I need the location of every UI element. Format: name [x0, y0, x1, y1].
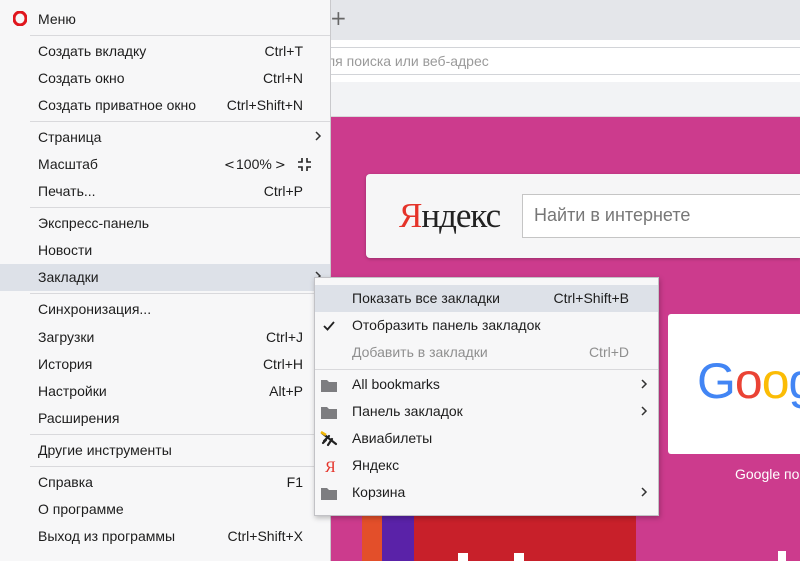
speed-dial-tile-caption: Google по: [735, 466, 800, 482]
speed-dial-tile[interactable]: [414, 515, 636, 561]
menu-item-private-window[interactable]: Создать приватное окно Ctrl+Shift+N: [0, 92, 330, 119]
menu-item-new-window[interactable]: Создать окно Ctrl+N: [0, 65, 330, 92]
menu-header[interactable]: Меню: [0, 6, 330, 32]
menu-item-exit[interactable]: Выход из программы Ctrl+Shift+X: [0, 523, 330, 550]
new-tab-button[interactable]: +: [330, 6, 347, 30]
chevron-right-icon: [641, 487, 648, 497]
submenu-item-yandex[interactable]: Я Яндекс: [315, 452, 658, 479]
menu-item-other-tools[interactable]: Другие инструменты: [0, 437, 330, 464]
svg-text:Я: Я: [325, 459, 336, 474]
submenu-item-bookmarks-bar-folder[interactable]: Панель закладок: [315, 398, 658, 425]
menu-item-bookmarks[interactable]: Закладки: [0, 264, 330, 291]
folder-icon: [321, 407, 337, 419]
submenu-item-all-bookmarks[interactable]: All bookmarks: [315, 371, 658, 398]
submenu-item-aviabilety[interactable]: Авиабилеты: [315, 425, 658, 452]
submenu-item-add-bookmark[interactable]: Добавить в закладки Ctrl+D: [315, 339, 658, 366]
main-menu: Меню Создать вкладку Ctrl+T Создать окно C…: [0, 0, 331, 561]
chevron-right-icon: [315, 131, 322, 141]
airplane-icon: [320, 431, 338, 447]
zoom-in-button[interactable]: >: [275, 158, 286, 173]
speed-dial-tile-accent: [382, 515, 414, 561]
menu-item-page[interactable]: Страница: [0, 124, 330, 151]
submenu-divider: [315, 369, 658, 370]
zoom-level: 100%: [236, 156, 272, 172]
yandex-search-widget: Яндекс Найти в интернете: [366, 174, 800, 258]
menu-item-downloads[interactable]: Загрузки Ctrl+J: [0, 324, 330, 351]
yandex-logo[interactable]: Яндекс: [399, 196, 501, 236]
bookmarks-submenu: Показать все закладки Ctrl+Shift+B Отобра…: [314, 277, 659, 516]
menu-item-history[interactable]: История Ctrl+H: [0, 351, 330, 378]
zoom-control: <100% >: [224, 156, 286, 173]
chevron-right-icon: [641, 406, 648, 416]
menu-item-about[interactable]: О программе: [0, 496, 330, 523]
chevron-right-icon: [641, 379, 648, 389]
menu-divider: [30, 466, 330, 467]
menu-item-news[interactable]: Новости: [0, 237, 330, 264]
google-logo: Goog: [697, 353, 800, 409]
menu-divider: [30, 207, 330, 208]
menu-divider: [30, 293, 330, 294]
zoom-out-button[interactable]: <: [224, 158, 235, 173]
speed-dial-tile-google[interactable]: Goog: [668, 314, 800, 454]
menu-divider: [30, 121, 330, 122]
checkmark-icon: [323, 321, 335, 331]
speed-dial-tile[interactable]: [750, 515, 800, 561]
yandex-search-input[interactable]: Найти в интернете: [522, 194, 800, 238]
submenu-item-show-all-bookmarks[interactable]: Показать все закладки Ctrl+Shift+B: [315, 285, 658, 312]
submenu-item-trash[interactable]: Корзина: [315, 479, 658, 506]
menu-item-speed-dial[interactable]: Экспресс-панель: [0, 210, 330, 237]
menu-item-help[interactable]: Справка F1: [0, 469, 330, 496]
submenu-item-show-bookmarks-bar[interactable]: Отобразить панель закладок: [315, 312, 658, 339]
menu-item-sync[interactable]: Синхронизация...: [0, 296, 330, 323]
folder-icon: [321, 488, 337, 500]
menu-title: Меню: [38, 11, 76, 27]
address-input[interactable]: ля поиска или веб-адрес: [322, 47, 800, 75]
folder-icon: [321, 380, 337, 392]
menu-item-new-tab[interactable]: Создать вкладку Ctrl+T: [0, 38, 330, 65]
menu-item-settings[interactable]: Настройки Alt+P: [0, 378, 330, 405]
menu-item-print[interactable]: Печать... Ctrl+P: [0, 178, 330, 205]
opera-logo-icon: [13, 11, 27, 26]
menu-item-zoom: Масштаб <100% >: [0, 151, 330, 178]
menu-divider: [30, 434, 330, 435]
fullscreen-exit-icon[interactable]: [297, 157, 312, 172]
menu-divider: [30, 35, 330, 36]
menu-item-extensions[interactable]: Расширения: [0, 405, 330, 432]
yandex-icon: Я: [325, 459, 336, 474]
